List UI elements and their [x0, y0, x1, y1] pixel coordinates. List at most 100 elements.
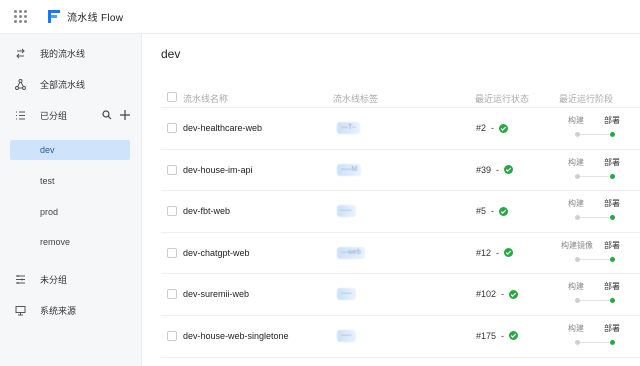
stage-connector: [579, 134, 609, 135]
stage-build-dot: [575, 132, 580, 137]
stage-build-dot: [575, 173, 580, 179]
stage-connector: [579, 217, 609, 219]
run-status[interactable]: #39 -: [476, 164, 514, 175]
run-separator: -: [501, 330, 505, 341]
row-checkbox[interactable]: [167, 206, 177, 217]
stage-deploy-label: 部署: [604, 240, 620, 250]
table-row[interactable]: dev-healthcare-web ⎯⎯T⎯ #2 - 构建 部署: [161, 108, 640, 150]
sort-list-icon: [15, 274, 26, 285]
nav-grouped-label: 已分组: [40, 110, 68, 121]
pipeline-table: 流水线名称 流水线标签 最近运行状态 最近运行阶段 dev-healthcare…: [161, 86, 640, 358]
run-stage[interactable]: 构建 部署: [561, 281, 640, 309]
app-name: 流水线 Flow: [67, 13, 124, 24]
add-icon[interactable]: [120, 110, 130, 120]
stage-connector: [579, 258, 609, 260]
pipeline-tag: ⎯⎯⎯M: [337, 163, 362, 176]
row-checkbox[interactable]: [167, 123, 177, 133]
run-separator: -: [501, 289, 505, 300]
stage-deploy-dot: [610, 256, 615, 262]
row-checkbox[interactable]: [167, 164, 177, 175]
run-number: #102: [476, 289, 497, 300]
pipeline-name[interactable]: dev-house-web-singletone: [183, 331, 289, 341]
nav-ungrouped[interactable]: 未分组: [0, 268, 142, 290]
group-item-remove[interactable]: remove: [10, 232, 130, 252]
run-number: #12: [476, 247, 492, 258]
nav-system-source[interactable]: 系统来源: [0, 299, 142, 321]
stage-build-label: 构建: [568, 116, 584, 125]
group-actions: [102, 110, 130, 120]
run-stage[interactable]: 构建 部署: [561, 323, 640, 351]
run-number: #5: [476, 206, 487, 217]
run-number: #175: [476, 330, 497, 341]
run-status[interactable]: #175 -: [476, 330, 519, 341]
run-stage[interactable]: 构建 部署: [561, 157, 640, 185]
column-tag: 流水线标签: [333, 94, 379, 104]
stage-build-dot: [575, 298, 580, 304]
nodes-icon: [15, 78, 26, 90]
nav-my-pipelines-label: 我的流水线: [40, 48, 86, 59]
group-item-prod[interactable]: prod: [10, 202, 130, 222]
run-status[interactable]: #12 -: [476, 247, 514, 258]
table-row[interactable]: dev-suremii-web ⎯⎯⎯ #102 - 构建 部署: [161, 274, 640, 316]
run-status[interactable]: #102 -: [476, 289, 519, 300]
row-checkbox[interactable]: [167, 330, 177, 341]
stage-build-label: 构建: [568, 323, 584, 333]
stage-build-image-label: 构建镜像: [561, 240, 593, 250]
stage-deploy-dot: [610, 298, 615, 304]
pipeline-name[interactable]: dev-chatgpt-web: [183, 248, 250, 258]
stage-connector: [579, 300, 609, 302]
run-number: #39: [476, 164, 492, 175]
stage-deploy-dot: [610, 339, 615, 345]
stage-deploy-dot: [610, 215, 615, 221]
monitor-icon: [15, 305, 26, 316]
run-stage[interactable]: 构建 部署: [561, 115, 640, 143]
success-check-icon: [504, 165, 514, 175]
stage-deploy-dot: [610, 132, 615, 137]
table-header: 流水线名称 流水线标签 最近运行状态 最近运行阶段: [161, 86, 640, 108]
stage-deploy-label: 部署: [604, 323, 620, 333]
table-row[interactable]: dev-chatgpt-web ⎯⎯web #12 - 构建镜像 部署: [161, 233, 640, 275]
stage-deploy-dot: [610, 173, 615, 179]
run-status[interactable]: #2 -: [476, 123, 509, 133]
group-item-test[interactable]: test: [10, 171, 130, 191]
nav-all-pipelines-label: 全部流水线: [40, 79, 86, 90]
nav-all-pipelines[interactable]: 全部流水线: [0, 73, 142, 95]
nav-grouped[interactable]: 已分组: [0, 104, 142, 126]
group-item-dev[interactable]: dev: [10, 140, 130, 160]
row-checkbox[interactable]: [167, 247, 177, 258]
column-stage: 最近运行阶段: [559, 94, 614, 104]
table-row[interactable]: dev-house-web-singletone ⎯⎯⎯ #175 - 构建 部…: [161, 316, 640, 358]
success-check-icon: [504, 248, 514, 258]
stage-connector: [579, 341, 609, 343]
success-check-icon: [509, 289, 519, 299]
pipeline-name[interactable]: dev-fbt-web: [183, 206, 230, 216]
row-checkbox[interactable]: [167, 289, 177, 300]
success-check-icon: [499, 206, 509, 216]
run-number: #2: [476, 123, 487, 133]
stage-deploy-label: 部署: [604, 157, 620, 167]
brand[interactable]: 流水线 Flow: [48, 9, 123, 24]
pipeline-tag: ⎯⎯⎯: [337, 205, 356, 218]
pipeline-tag: ⎯⎯T⎯: [337, 122, 360, 134]
swap-icon: [15, 48, 26, 59]
pipeline-name[interactable]: dev-healthcare-web: [183, 123, 262, 133]
table-row[interactable]: dev-house-im-api ⎯⎯⎯M #39 - 构建 部署: [161, 150, 640, 192]
stage-build-dot: [575, 256, 580, 262]
run-status[interactable]: #5 -: [476, 206, 509, 217]
pipeline-name[interactable]: dev-house-im-api: [183, 165, 253, 175]
stage-connector: [579, 175, 609, 177]
app-grid-icon[interactable]: [14, 9, 28, 24]
table-row[interactable]: dev-fbt-web ⎯⎯⎯ #5 - 构建 部署: [161, 191, 640, 233]
run-stage[interactable]: 构建 部署: [561, 198, 640, 226]
stage-build-label: 构建: [568, 199, 584, 209]
pipeline-name[interactable]: dev-suremii-web: [183, 289, 249, 299]
search-icon[interactable]: [102, 110, 112, 120]
stage-build-dot: [575, 215, 580, 221]
sidebar: 我的流水线 全部流水线 已分组 dev test prod remove 未分组: [0, 34, 142, 366]
run-separator: -: [496, 164, 500, 175]
nav-my-pipelines[interactable]: 我的流水线: [0, 42, 142, 64]
run-stage[interactable]: 构建镜像 部署: [561, 240, 640, 268]
nav-ungrouped-label: 未分组: [40, 274, 68, 285]
select-all-checkbox[interactable]: [167, 92, 177, 102]
list-icon: [15, 110, 26, 121]
